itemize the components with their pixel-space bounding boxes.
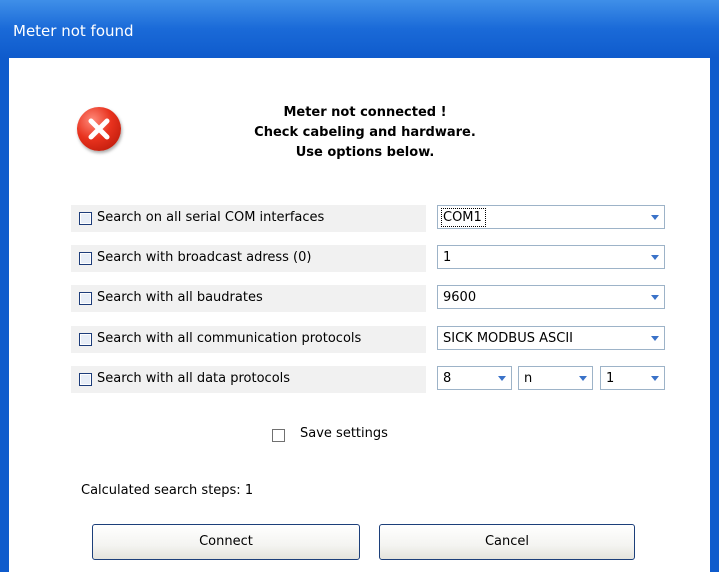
error-icon [77, 107, 121, 151]
search-baudrates-label: Search with all baudrates [97, 290, 263, 305]
chevron-down-icon[interactable] [579, 376, 587, 381]
chevron-down-icon[interactable] [651, 295, 659, 300]
error-message: Meter not connected ! Check cabeling and… [190, 103, 540, 163]
address-value: 1 [443, 250, 452, 265]
parity-value: n [524, 371, 533, 386]
title-bar[interactable]: Meter not found [0, 0, 719, 58]
message-line-3: Use options below. [295, 145, 435, 160]
option-search-comm-protocols[interactable]: Search with all communication protocols [71, 326, 426, 354]
message-line-1: Meter not connected ! [283, 105, 447, 120]
search-com-checkbox[interactable] [79, 212, 92, 225]
data-bits-select[interactable]: 8 [437, 366, 512, 390]
search-baudrates-checkbox[interactable] [79, 292, 92, 305]
chevron-down-icon[interactable] [651, 215, 659, 220]
protocol-select[interactable]: SICK MODBUS ASCII [437, 326, 665, 350]
address-select[interactable]: 1 [437, 245, 665, 269]
save-settings-checkbox[interactable] [272, 429, 285, 442]
search-data-protocols-checkbox[interactable] [79, 373, 92, 386]
save-settings-label: Save settings [300, 426, 388, 441]
search-broadcast-checkbox[interactable] [79, 252, 92, 265]
window-title: Meter not found [13, 22, 134, 40]
option-search-baudrates[interactable]: Search with all baudrates [71, 285, 426, 313]
chevron-down-icon[interactable] [651, 376, 659, 381]
baudrate-select[interactable]: 9600 [437, 285, 665, 309]
chevron-down-icon[interactable] [651, 255, 659, 260]
message-line-2: Check cabeling and hardware. [254, 125, 476, 140]
window-border-left [0, 58, 9, 572]
chevron-down-icon[interactable] [498, 376, 506, 381]
window-border-right [710, 58, 719, 572]
parity-select[interactable]: n [518, 366, 593, 390]
baudrate-value: 9600 [443, 290, 477, 305]
com-port-select[interactable]: COM1 [437, 205, 665, 229]
connect-button[interactable]: Connect [92, 524, 360, 560]
search-comm-protocols-label: Search with all communication protocols [97, 331, 362, 346]
cancel-button[interactable]: Cancel [379, 524, 635, 560]
stop-bits-select[interactable]: 1 [600, 366, 665, 390]
stop-bits-value: 1 [606, 371, 615, 386]
protocol-value: SICK MODBUS ASCII [443, 331, 573, 346]
option-search-com[interactable]: Search on all serial COM interfaces [71, 205, 426, 233]
data-bits-value: 8 [443, 371, 452, 386]
search-broadcast-label: Search with broadcast adress (0) [97, 250, 312, 265]
search-comm-protocols-checkbox[interactable] [79, 333, 92, 346]
com-port-value: COM1 [441, 208, 486, 227]
search-data-protocols-label: Search with all data protocols [97, 371, 291, 386]
search-com-label: Search on all serial COM interfaces [97, 210, 325, 225]
option-search-broadcast[interactable]: Search with broadcast adress (0) [71, 245, 426, 273]
option-search-data-protocols[interactable]: Search with all data protocols [71, 366, 426, 394]
dialog-window: Meter not found Meter not connected ! Ch… [0, 0, 719, 572]
search-steps-text: Calculated search steps: 1 [81, 483, 254, 498]
chevron-down-icon[interactable] [651, 336, 659, 341]
